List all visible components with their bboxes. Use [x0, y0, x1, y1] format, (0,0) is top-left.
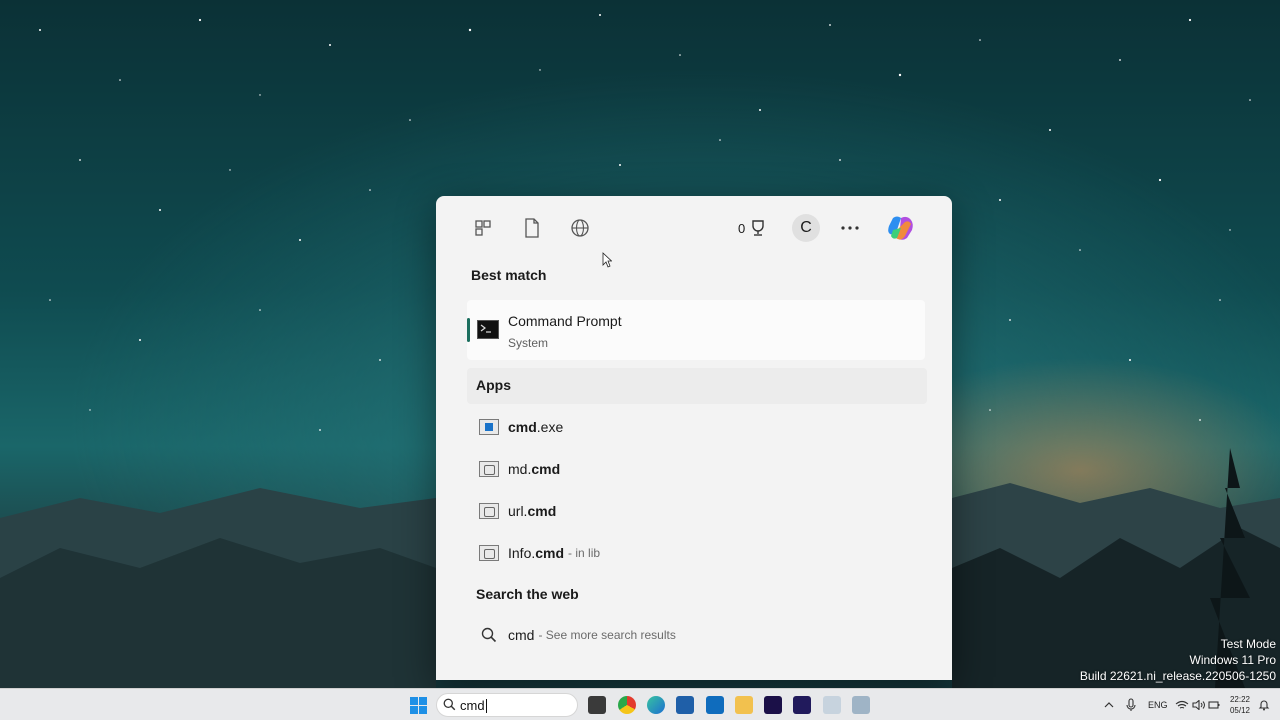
- web-filter-icon[interactable]: [568, 216, 592, 240]
- search-icon: [481, 627, 497, 643]
- web-search-result[interactable]: cmd - See more search results: [467, 617, 925, 653]
- chrome-icon[interactable]: [618, 696, 636, 714]
- remote-desktop-icon[interactable]: [823, 696, 841, 714]
- account-avatar[interactable]: C: [792, 214, 820, 242]
- network-app-icon[interactable]: [852, 696, 870, 714]
- media-encoder-icon[interactable]: [793, 696, 811, 714]
- apps-section-header: Apps: [467, 368, 927, 404]
- test-mode-watermark: Test Mode Windows 11 Pro Build 22621.ni_…: [1080, 636, 1276, 684]
- app-result-label: Info.cmd: [508, 545, 565, 561]
- app-result-label: cmd.exe: [508, 419, 564, 435]
- system-clock[interactable]: 22:22 05/12: [1224, 694, 1256, 716]
- best-match-heading: Best match: [471, 267, 547, 283]
- task-view-icon[interactable]: [588, 696, 606, 714]
- input-language[interactable]: ENG: [1148, 689, 1168, 720]
- more-options-icon[interactable]: [840, 216, 860, 240]
- app-result-url-cmd[interactable]: url.cmd: [467, 493, 925, 529]
- show-hidden-icons-chevron-icon[interactable]: [1104, 689, 1114, 720]
- start-button-windows-icon[interactable]: [410, 697, 427, 714]
- watermark-line: Build 22621.ni_release.220506-1250: [1079, 669, 1276, 683]
- best-match-name: Command Prompt: [508, 313, 622, 329]
- app-result-location-hint: - in lib: [568, 546, 601, 560]
- app-result-label: md.cmd: [508, 461, 561, 477]
- outlook-icon[interactable]: [706, 696, 724, 714]
- copilot-icon[interactable]: [885, 212, 917, 244]
- apps-heading: Apps: [476, 377, 511, 393]
- watermark-line: Windows 11 Pro: [1189, 653, 1276, 667]
- mouse-cursor-icon: [602, 252, 612, 268]
- command-prompt-icon: [477, 320, 499, 339]
- microphone-icon[interactable]: [1126, 689, 1136, 720]
- search-flyout: 0 C Best match Command Prompt System App…: [436, 196, 952, 680]
- taskbar-search-input[interactable]: cmd: [436, 693, 578, 717]
- flyout-toolbar: 0 C: [436, 196, 952, 260]
- app-result-md-cmd[interactable]: md.cmd: [467, 451, 925, 487]
- app-result-label: url.cmd: [508, 503, 557, 519]
- volume-icon[interactable]: [1192, 689, 1206, 720]
- app-result-cmd-exe[interactable]: cmd.exe: [467, 409, 925, 445]
- clock-time: 22:22: [1229, 695, 1251, 704]
- edge-icon[interactable]: [647, 696, 665, 714]
- best-match-command-prompt[interactable]: Command Prompt System: [467, 300, 925, 360]
- battery-icon[interactable]: [1208, 689, 1220, 720]
- rewards-points[interactable]: 0: [738, 216, 767, 240]
- text-caret: [486, 699, 487, 713]
- clock-date: 05/12: [1229, 706, 1251, 715]
- best-match-subtitle: System: [508, 336, 549, 350]
- notifications-bell-icon[interactable]: [1258, 689, 1270, 720]
- watermark-line: Test Mode: [1220, 637, 1276, 651]
- apps-filter-icon[interactable]: [471, 216, 495, 240]
- script-file-icon: [479, 545, 499, 561]
- app-result-info-cmd[interactable]: Info.cmd - in lib: [467, 535, 925, 571]
- rewards-points-count: 0: [738, 220, 746, 236]
- taskbar-search-value: cmd: [460, 698, 485, 713]
- store-icon[interactable]: [676, 696, 694, 714]
- avatar-letter: C: [800, 219, 812, 236]
- rewards-trophy-icon: [752, 220, 764, 236]
- documents-filter-icon[interactable]: [520, 216, 544, 240]
- file-explorer-icon[interactable]: [735, 696, 753, 714]
- script-file-icon: [479, 461, 499, 477]
- taskbar: cmd ENG 22:22 05/12: [0, 688, 1280, 720]
- wifi-icon[interactable]: [1175, 689, 1189, 720]
- executable-icon: [479, 419, 499, 435]
- web-search-query: cmd: [508, 627, 535, 643]
- selection-accent: [467, 318, 470, 342]
- premiere-pro-icon[interactable]: [764, 696, 782, 714]
- search-web-heading: Search the web: [476, 586, 579, 602]
- script-file-icon: [479, 503, 499, 519]
- web-search-hint: - See more search results: [538, 628, 676, 642]
- search-icon: [443, 698, 456, 711]
